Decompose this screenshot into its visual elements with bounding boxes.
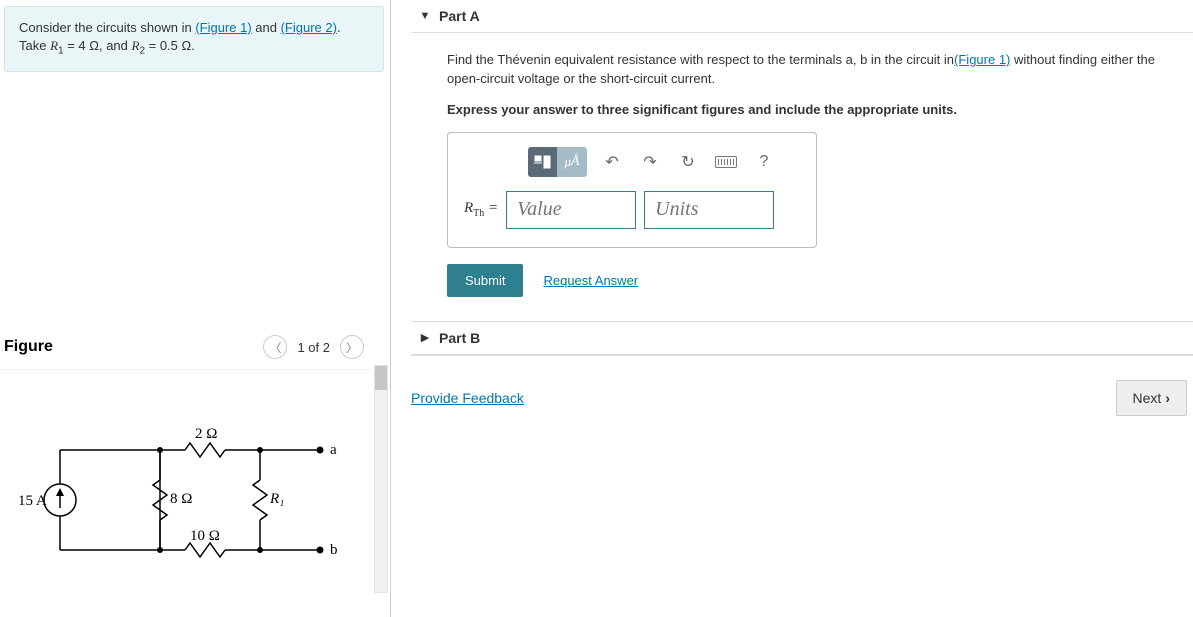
part-b-label: Part B	[439, 330, 480, 346]
figure2-link[interactable]: (Figure 2)	[281, 20, 337, 35]
part-a-label: Part A	[439, 8, 480, 24]
units-input[interactable]	[644, 191, 774, 229]
part-a-body: Find the Thévenin equivalent resistance …	[411, 33, 1193, 321]
template-tool-button[interactable]	[528, 147, 558, 177]
problem-text: Consider the circuits shown in	[19, 20, 195, 35]
fraction-icon	[534, 155, 552, 169]
figure-next-button[interactable]: 〉	[340, 335, 364, 359]
figure-pager-text: 1 of 2	[297, 340, 330, 355]
request-answer-link[interactable]: Request Answer	[543, 273, 638, 288]
source-label: 15 A	[18, 493, 47, 509]
figure-pager: 〈 1 of 2 〉	[263, 335, 364, 359]
part-a-question: Find the Thévenin equivalent resistance …	[447, 51, 1183, 89]
r-top-label: 2 Ω	[195, 426, 217, 442]
collapse-icon: ▼	[411, 10, 439, 22]
redo-icon[interactable]: ↷	[637, 149, 663, 175]
term-a: a	[330, 442, 337, 458]
r1-label: R₁	[269, 491, 284, 507]
answer-toolbar: μμAÅ ↶ ↷ ↻ ?	[464, 147, 800, 177]
provide-feedback-link[interactable]: Provide Feedback	[411, 390, 524, 406]
r-mid-label: 8 Ω	[170, 491, 192, 507]
problem-statement: Consider the circuits shown in (Figure 1…	[4, 6, 384, 72]
scrollbar-thumb[interactable]	[375, 366, 387, 390]
help-icon[interactable]: ?	[751, 149, 777, 175]
expand-icon: ▶	[411, 331, 439, 344]
answer-box: μμAÅ ↶ ↷ ↻ ? RTh =	[447, 132, 817, 248]
r-bottom-label: 10 Ω	[190, 528, 220, 544]
figure-canvas: 15 A 2 Ω 8 Ω 10 Ω R₁ a b	[0, 369, 370, 593]
figure1-link[interactable]: (Figure 1)	[195, 20, 251, 35]
reset-icon[interactable]: ↻	[675, 149, 701, 175]
answer-variable-label: RTh =	[464, 200, 498, 219]
keyboard-icon[interactable]	[713, 149, 739, 175]
figure-title: Figure	[4, 338, 53, 356]
units-tool-button[interactable]: μμAÅ	[557, 147, 587, 177]
value-input[interactable]	[506, 191, 636, 229]
chevron-right-icon: ›	[1165, 390, 1170, 406]
part-b-header[interactable]: ▶ Part B	[411, 322, 1193, 355]
undo-icon[interactable]: ↶	[599, 149, 625, 175]
part-a-header[interactable]: ▼ Part A	[411, 0, 1193, 33]
submit-button[interactable]: Submit	[447, 264, 523, 297]
term-b: b	[330, 542, 338, 558]
figure-scrollbar[interactable]	[374, 365, 388, 593]
part-a-instruction: Express your answer to three significant…	[447, 101, 1183, 120]
figure-section: Figure 〈 1 of 2 〉	[0, 335, 370, 593]
figure1-link-inline[interactable]: (Figure 1)	[954, 52, 1010, 67]
next-button[interactable]: Next ›	[1116, 380, 1187, 416]
figure-prev-button[interactable]: 〈	[263, 335, 287, 359]
